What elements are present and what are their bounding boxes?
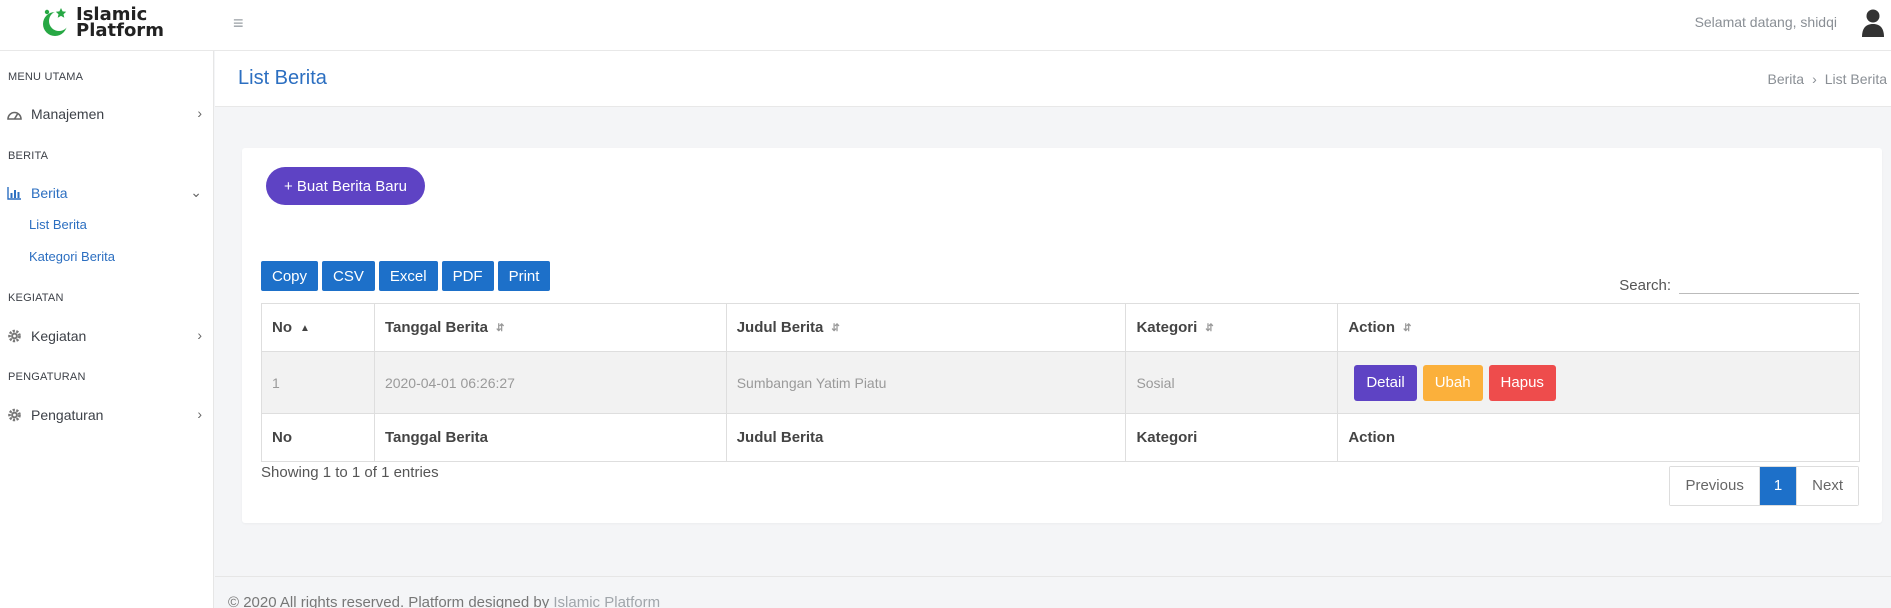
brand-name: Islamic Platform	[76, 6, 164, 41]
page-footer: © 2020 All rights reserved. Platform des…	[215, 576, 1891, 608]
cell-action: Detail Ubah Hapus	[1337, 351, 1860, 414]
sidebar-item-label: Pengaturan	[31, 407, 104, 423]
column-header-no[interactable]: No ▲	[261, 303, 375, 352]
user-avatar-icon[interactable]	[1861, 8, 1885, 43]
content-card: + Buat Berita Baru Copy CSV Excel PDF Pr…	[242, 148, 1882, 523]
breadcrumb-separator-icon: ›	[1812, 71, 1817, 87]
excel-button[interactable]: Excel	[378, 261, 438, 291]
brand-name-line2: Platform	[76, 20, 164, 41]
footer-header-action: Action	[1337, 413, 1860, 462]
edit-button[interactable]: Ubah	[1422, 364, 1483, 401]
pagination: Previous 1 Next	[1669, 466, 1859, 506]
cell-judul: Sumbangan Yatim Piatu	[725, 351, 1127, 414]
breadcrumb-item-current: List Berita	[1824, 71, 1887, 87]
column-header-kategori[interactable]: Kategori ⇵	[1125, 303, 1339, 352]
cell-tanggal: 2020-04-01 06:26:27	[373, 351, 727, 414]
table-row: 1 2020-04-01 06:26:27 Sumbangan Yatim Pi…	[261, 351, 1860, 414]
sidebar-item-label: Manajemen	[31, 106, 105, 122]
copyright-text: © 2020 All rights reserved. Platform des…	[228, 594, 554, 608]
search-box: Search:	[1619, 272, 1859, 294]
sort-icon: ⇵	[831, 322, 840, 334]
create-news-button[interactable]: + Buat Berita Baru	[266, 167, 425, 205]
news-table: No ▲ Tanggal Berita ⇵ Judul Berita ⇵ Katego…	[261, 303, 1860, 462]
csv-button[interactable]: CSV	[322, 261, 375, 291]
sort-icon: ⇵	[1205, 322, 1214, 334]
delete-button[interactable]: Hapus	[1488, 364, 1556, 401]
gear-icon	[7, 408, 22, 422]
detail-button[interactable]: Detail	[1354, 364, 1417, 401]
footer-header-judul: Judul Berita	[725, 413, 1127, 462]
pdf-button[interactable]: PDF	[441, 261, 494, 291]
next-page-button[interactable]: Next	[1796, 467, 1858, 505]
export-button-group: Copy CSV Excel PDF Print	[261, 261, 554, 291]
breadcrumb-item-berita[interactable]: Berita	[1768, 71, 1805, 87]
search-input[interactable]	[1679, 272, 1859, 294]
sidebar-item-kegiatan[interactable]: Kegiatan ›	[0, 323, 214, 349]
table-header-row: No ▲ Tanggal Berita ⇵ Judul Berita ⇵ Katego…	[261, 303, 1860, 352]
sidebar-subitem-kategori-berita[interactable]: Kategori Berita	[29, 249, 115, 264]
column-header-tanggal[interactable]: Tanggal Berita ⇵	[373, 303, 727, 352]
table-footer-row: No Tanggal Berita Judul Berita Kategori …	[261, 413, 1860, 462]
sidebar-section-pengaturan: PENGATURAN	[8, 371, 86, 383]
footer-link[interactable]: Islamic Platform	[553, 594, 660, 608]
chevron-down-icon: ⌄	[190, 184, 202, 200]
sidebar-item-berita[interactable]: Berita ⌄	[0, 180, 214, 206]
copy-button[interactable]: Copy	[261, 261, 319, 291]
chevron-right-icon: ›	[197, 327, 202, 343]
chevron-right-icon: ›	[197, 406, 202, 422]
footer-header-kategori: Kategori	[1125, 413, 1339, 462]
welcome-text: Selamat datang, shidqi	[1694, 14, 1837, 30]
sidebar-item-label: Berita	[31, 185, 68, 201]
footer-text: © 2020 All rights reserved. Platform des…	[228, 594, 660, 608]
sidebar-section-berita: BERITA	[8, 150, 49, 162]
top-bar: Islamic Platform ≡ Selamat datang, shidq…	[0, 0, 1891, 51]
sidebar-subitem-list-berita[interactable]: List Berita	[29, 217, 87, 232]
column-header-judul[interactable]: Judul Berita ⇵	[725, 303, 1127, 352]
sidebar-item-manajemen[interactable]: Manajemen ›	[0, 101, 214, 127]
sort-icon: ⇵	[1403, 322, 1412, 334]
crescent-moon-icon	[40, 6, 70, 40]
gear-icon	[7, 329, 22, 343]
sidebar-section-kegiatan: KEGIATAN	[8, 292, 64, 304]
cell-kategori: Sosial	[1125, 351, 1339, 414]
print-button[interactable]: Print	[497, 261, 551, 291]
page-1-button[interactable]: 1	[1758, 467, 1797, 505]
sort-ascending-icon: ▲	[300, 322, 310, 334]
column-header-action[interactable]: Action ⇵	[1337, 303, 1860, 352]
sidebar: MENU UTAMA Manajemen › BERITA Berita ⌄ L…	[0, 51, 214, 608]
chevron-right-icon: ›	[197, 105, 202, 121]
dashboard-icon	[7, 107, 22, 121]
page-header: List Berita Berita › List Berita	[215, 51, 1891, 107]
sidebar-item-label: Kegiatan	[31, 328, 87, 344]
hamburger-icon[interactable]: ≡	[233, 13, 244, 34]
footer-header-tanggal: Tanggal Berita	[373, 413, 727, 462]
page-title: List Berita	[238, 67, 327, 89]
brand-logo[interactable]: Islamic Platform	[40, 6, 164, 40]
table-info: Showing 1 to 1 of 1 entries	[261, 464, 439, 481]
previous-page-button[interactable]: Previous	[1670, 467, 1759, 505]
breadcrumb: Berita › List Berita	[1768, 71, 1888, 87]
search-label: Search:	[1619, 277, 1671, 294]
sidebar-section-menu-utama: MENU UTAMA	[8, 71, 84, 83]
sidebar-item-pengaturan[interactable]: Pengaturan ›	[0, 402, 214, 428]
sort-icon: ⇵	[496, 322, 505, 334]
footer-header-no: No	[261, 413, 375, 462]
cell-no: 1	[261, 351, 375, 414]
bar-chart-icon	[7, 186, 22, 200]
